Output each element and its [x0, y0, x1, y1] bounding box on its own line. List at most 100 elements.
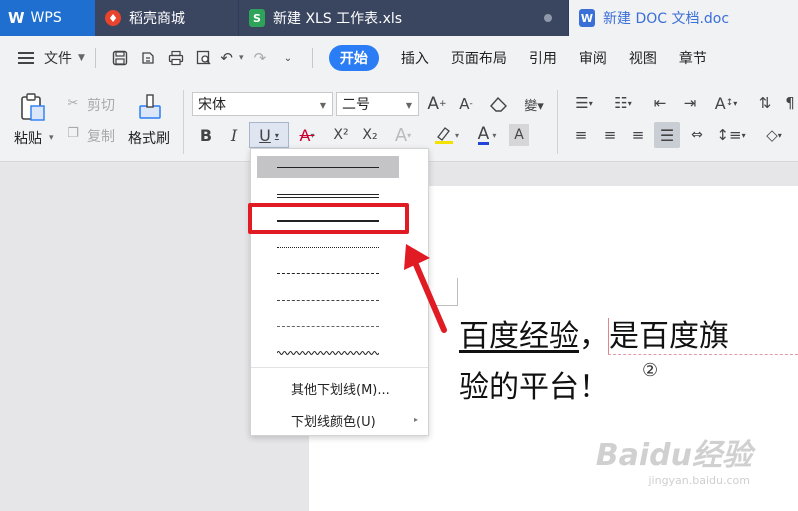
decrease-font-icon[interactable]: A-: [455, 93, 477, 115]
highlight-color-icon[interactable]: ▾: [429, 124, 463, 146]
underline-option-single[interactable]: [257, 156, 399, 178]
tab-review[interactable]: 审阅: [579, 48, 607, 68]
annotation-highlight-box: [248, 203, 409, 234]
tab-view[interactable]: 视图: [629, 48, 657, 68]
subscript-button[interactable]: X₂: [358, 124, 382, 146]
line-spacing-icon[interactable]: ↕≡ ▾: [714, 124, 748, 146]
bullet-list-icon[interactable]: ☰ ▾: [568, 92, 600, 114]
file-menu-label: 文件: [44, 51, 72, 67]
align-center-icon[interactable]: ≡: [599, 124, 621, 146]
font-color-icon[interactable]: A ▾: [470, 124, 504, 146]
baidu-watermark-url: jingyan.baidu.com: [648, 474, 750, 487]
document-text-line-2[interactable]: 验的平台！: [459, 362, 609, 406]
tab-daoke-label: 稻壳商城: [129, 11, 185, 27]
tab-xls-label: 新建 XLS 工作表.xls: [273, 11, 403, 27]
tab-home[interactable]: 开始: [328, 45, 379, 71]
tab-doc-document[interactable]: W 新建 DOC 文档.doc: [569, 0, 798, 36]
increase-indent-icon[interactable]: ⇥: [678, 92, 702, 114]
decrease-indent-icon[interactable]: ⇤: [648, 92, 672, 114]
file-menu-button[interactable]: 文件 ▼: [18, 48, 85, 68]
tab-wps-home[interactable]: W WPS: [0, 0, 95, 36]
step-number-marker: ②: [642, 360, 659, 381]
print-preview-icon[interactable]: [193, 47, 215, 69]
underline-button-label: U: [259, 125, 271, 145]
shading-fill-icon[interactable]: ◇ ▾: [756, 124, 792, 146]
annotation-arrow: [404, 244, 447, 333]
numbered-list-icon[interactable]: ☷ ▾: [607, 92, 639, 114]
spreadsheet-icon: S: [249, 9, 265, 27]
italic-button[interactable]: I: [224, 124, 244, 146]
underline-option-double[interactable]: [257, 183, 399, 205]
save-icon[interactable]: [109, 47, 131, 69]
format-painter-label[interactable]: 格式刷: [128, 128, 170, 148]
align-right-icon[interactable]: ≡: [627, 124, 649, 146]
bold-button[interactable]: B: [196, 124, 216, 146]
underline-button[interactable]: U ▾: [249, 122, 289, 148]
undo-chevron-icon: ▾: [238, 53, 244, 63]
font-size-select[interactable]: 二号 ▼: [336, 92, 419, 116]
sort-icon[interactable]: ⇅: [754, 92, 776, 114]
undo-icon[interactable]: ↶ ▾: [220, 47, 244, 69]
copy-icon[interactable]: ❐: [64, 124, 82, 142]
underline-option-dotted[interactable]: [257, 236, 399, 258]
redo-icon[interactable]: ↷: [249, 47, 271, 69]
tab-doc-label: 新建 DOC 文档.doc: [603, 11, 730, 27]
writer-doc-icon: W: [579, 9, 595, 27]
title-tab-bar: W WPS ♦ 稻壳商城 S 新建 XLS 工作表.xls W 新建 DOC 文…: [0, 0, 798, 36]
baidu-watermark-logo: Baidu经验: [595, 438, 752, 473]
align-left-icon[interactable]: ≡: [570, 124, 592, 146]
font-name-select[interactable]: 宋体 ▼: [192, 92, 333, 116]
tab-references[interactable]: 引用: [529, 48, 557, 68]
unsaved-dot-icon: [544, 14, 552, 22]
document-text-line-1[interactable]: 百度经验，是百度旗: [459, 311, 729, 355]
document-text-rest: ，是百度旗: [579, 319, 729, 354]
tab-page-layout[interactable]: 页面布局: [451, 48, 507, 68]
menu-separator: [94, 48, 96, 68]
more-underlines-item[interactable]: 其他下划线(M)...: [291, 379, 390, 398]
format-painter-icon[interactable]: [136, 92, 164, 122]
distributed-align-icon[interactable]: ⇔: [686, 124, 708, 146]
character-shading-icon[interactable]: A: [509, 124, 529, 146]
justify-icon[interactable]: ☰: [654, 122, 680, 148]
cut-button-label[interactable]: 剪切: [87, 95, 115, 115]
paste-icon[interactable]: [18, 92, 48, 122]
submenu-arrow-icon: ▸: [413, 415, 418, 424]
font-size-value: 二号: [342, 97, 370, 113]
show-marks-icon[interactable]: ¶: [782, 92, 798, 114]
font-name-value: 宋体: [198, 97, 226, 113]
tab-xls-document[interactable]: S 新建 XLS 工作表.xls: [239, 0, 569, 36]
strikethrough-label: A: [299, 125, 311, 145]
tab-insert[interactable]: 插入: [401, 48, 429, 68]
change-case-icon[interactable]: A ↕ ▾: [709, 92, 743, 114]
copy-button-label[interactable]: 复制: [87, 126, 115, 146]
phonetic-guide-icon[interactable]: 變▾: [520, 92, 548, 116]
revision-cursor-mark: [608, 318, 609, 354]
paste-button-label[interactable]: 粘贴: [14, 128, 42, 148]
underline-option-dash-dot[interactable]: [257, 289, 399, 311]
superscript-button[interactable]: X²: [329, 124, 353, 146]
chevron-down-icon: ▼: [78, 53, 85, 63]
chevron-down-icon: ▼: [405, 101, 412, 110]
tab-daoke-store[interactable]: ♦ 稻壳商城: [95, 0, 239, 36]
paste-chevron-icon[interactable]: ▾: [49, 133, 54, 143]
underline-option-wavy[interactable]: [257, 342, 399, 364]
increase-font-icon[interactable]: A +: [426, 93, 448, 115]
customize-quick-access-icon[interactable]: ⌄: [277, 47, 299, 69]
underline-color-item[interactable]: 下划线颜色(U): [291, 411, 376, 430]
tab-wps-label: WPS: [30, 10, 62, 26]
text-effect-icon[interactable]: A ▾: [391, 124, 415, 146]
dropdown-separator: [251, 367, 428, 368]
underline-option-dashed[interactable]: [257, 262, 399, 284]
output-convert-icon[interactable]: [137, 47, 159, 69]
underline-option-dash-dot-dot[interactable]: [257, 315, 399, 337]
clear-format-eraser-icon[interactable]: [487, 93, 511, 115]
print-icon[interactable]: [165, 47, 187, 69]
revision-dotted-line: [608, 354, 798, 355]
wps-logo-icon: W: [8, 9, 25, 27]
scissors-icon[interactable]: ✂: [64, 94, 82, 112]
ribbon-separator: [183, 90, 184, 154]
strikethrough-button[interactable]: A ▾: [293, 124, 321, 146]
daoke-flame-icon: ♦: [105, 10, 121, 26]
tab-sections[interactable]: 章节: [679, 48, 707, 68]
menu-separator: [311, 48, 313, 68]
